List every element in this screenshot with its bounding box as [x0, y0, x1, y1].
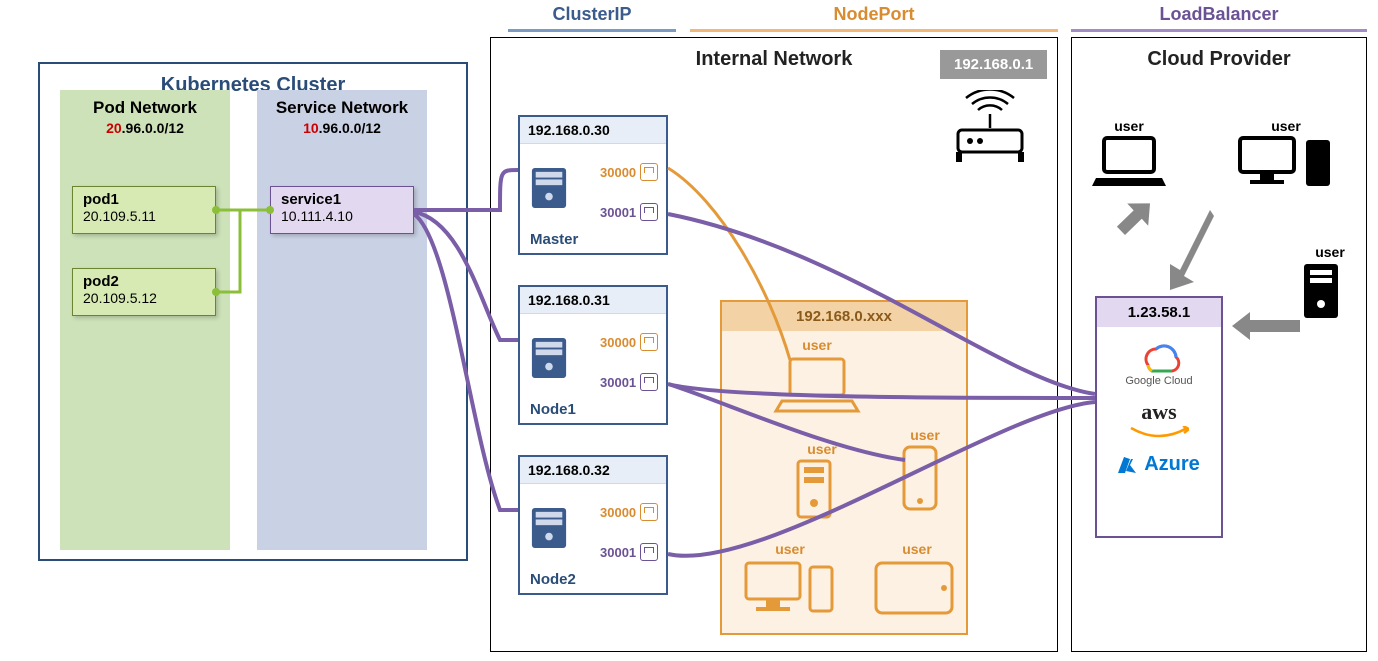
router-ip: 192.168.0.1 [940, 50, 1047, 79]
node-node2-ip: 192.168.0.32 [520, 457, 666, 484]
azure-logo: Azure [1118, 453, 1200, 476]
laptop-icon [772, 353, 862, 417]
node-node2-port-30000: 30000 [600, 502, 660, 522]
pod2-chip: pod2 20.109.5.12 [72, 268, 216, 316]
cloud-user-1: user [1092, 118, 1166, 195]
pod-network-title: Pod Network [60, 98, 230, 118]
nodeport-users-zone: 192.168.0.xxx user user user user user [720, 300, 968, 635]
loadbalancer-ip: 1.23.58.1 [1097, 298, 1221, 327]
tower-icon [1300, 260, 1342, 322]
node-master-ip: 192.168.0.30 [520, 117, 666, 144]
service-cidr: 10.96.0.0/12 [257, 120, 427, 136]
service-network-column: Service Network 10.96.0.0/12 [257, 90, 427, 550]
node-master-name: Master [530, 231, 578, 248]
service1-chip: service1 10.111.4.10 [270, 186, 414, 234]
nodeport-subnet: 192.168.0.xxx [722, 302, 966, 331]
google-cloud-logo: Google Cloud [1125, 339, 1192, 387]
router-icon [950, 90, 1030, 170]
header-nodeport: NodePort [690, 0, 1058, 32]
node-node2: 192.168.0.32 Node2 30000 30001 [518, 455, 668, 595]
pod1-chip: pod1 20.109.5.11 [72, 186, 216, 234]
node-master-port-30001: 30001 [600, 202, 660, 222]
np-user-label-5: user [872, 541, 962, 557]
server-icon [530, 506, 568, 550]
node-node2-port-30001: 30001 [600, 542, 660, 562]
header-clusterip: ClusterIP [508, 0, 676, 32]
laptop-icon [1092, 134, 1166, 190]
header-loadbalancer: LoadBalancer [1071, 0, 1367, 32]
node-node1-port-30001: 30001 [600, 372, 660, 392]
node-node1-ip: 192.168.0.31 [520, 287, 666, 314]
loadbalancer-chip: 1.23.58.1 Google Cloud aws Azure [1095, 296, 1223, 538]
np-user-label-1: user [772, 337, 862, 353]
phone-icon [900, 443, 940, 515]
np-user-label-3: user [792, 441, 852, 457]
server-icon [530, 166, 568, 210]
desktop-icon [1236, 134, 1336, 190]
node-node2-name: Node2 [530, 571, 576, 588]
node-node1: 192.168.0.31 Node1 30000 30001 [518, 285, 668, 425]
pod-cidr: 20.96.0.0/12 [60, 120, 230, 136]
tablet-icon [872, 557, 956, 617]
pod-network-column: Pod Network 20.96.0.0/12 [60, 90, 230, 550]
desktop-icon [740, 557, 840, 617]
tower-icon [792, 457, 836, 521]
node-node1-name: Node1 [530, 401, 576, 418]
cloud-user-3: user [1300, 244, 1360, 327]
cloud-title: Cloud Provider [1072, 48, 1366, 71]
node-node1-port-30000: 30000 [600, 332, 660, 352]
aws-logo: aws [1129, 399, 1189, 441]
cloud-user-2: user [1236, 118, 1336, 195]
np-user-label-4: user [740, 541, 840, 557]
server-icon [530, 336, 568, 380]
np-user-label-2: user [900, 427, 950, 443]
node-master-port-30000: 30000 [600, 162, 660, 182]
service-network-title: Service Network [257, 98, 427, 118]
node-master: 192.168.0.30 Master 30000 30001 [518, 115, 668, 255]
